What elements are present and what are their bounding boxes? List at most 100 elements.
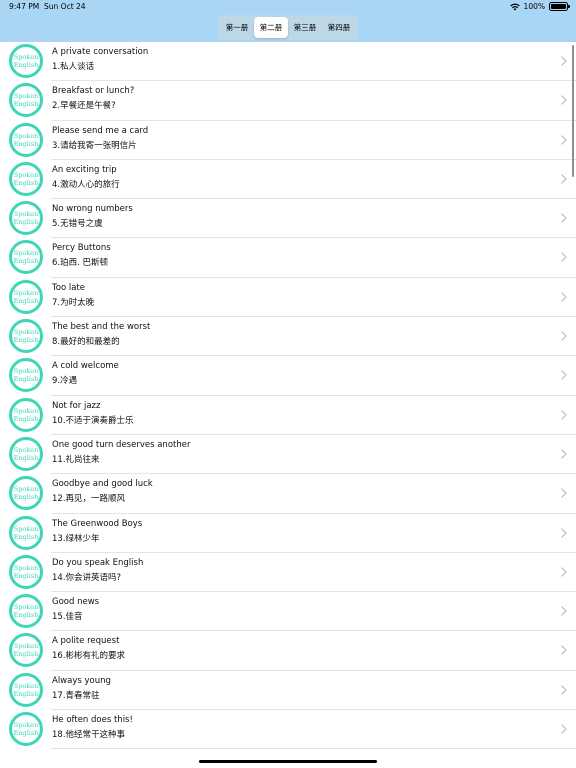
vertical-scrollbar[interactable] [571, 45, 574, 177]
spoken-english-logo: Spoken English [9, 240, 43, 275]
lesson-row[interactable]: Spoken English Good news 15.佳音 [0, 592, 576, 632]
segment-book-2[interactable]: 第二册 [254, 17, 288, 38]
lesson-subtitle: 3.请给我寄一张明信片 [52, 140, 137, 151]
lesson-subtitle: 5.无错号之虞 [52, 219, 103, 230]
lesson-row[interactable]: Spoken English Goodbye and good luck 12.再… [0, 474, 576, 514]
lesson-subtitle: 6.珀西. 巴斯顿 [52, 258, 109, 269]
chevron-right-icon [561, 449, 567, 459]
lesson-row[interactable]: Spoken English The Greenwood Boys 13.绿林少年 [0, 514, 576, 554]
chevron-right-icon [561, 370, 567, 381]
lesson-subtitle: 17.青春常驻 [52, 690, 100, 701]
spoken-english-logo: Spoken English [9, 436, 43, 471]
lesson-row[interactable]: Spoken English Not for jazz 10.不适于演奏爵士乐 [0, 396, 576, 436]
volume-segmented-control: 第一册 第二册 第三册 第四册 [218, 15, 358, 40]
spoken-english-logo: Spoken English [9, 83, 43, 118]
lesson-title: Not for jazz [52, 400, 101, 411]
chevron-right-icon [561, 252, 567, 263]
chevron-right-icon [561, 488, 567, 498]
spoken-english-logo: Spoken English [9, 476, 43, 511]
battery-fill [551, 4, 566, 9]
lesson-title: A polite request [52, 636, 120, 647]
lesson-title: Percy Buttons [52, 243, 111, 254]
spoken-english-logo: Spoken English [9, 594, 43, 629]
home-indicator[interactable] [199, 760, 377, 763]
lesson-subtitle: 11.礼尚往来 [52, 454, 100, 465]
spoken-english-logo: Spoken English [9, 319, 43, 354]
lesson-title: He often does this! [52, 715, 133, 726]
lesson-subtitle: 18.他经常干这种事 [52, 730, 126, 741]
lesson-row[interactable]: Spoken English No wrong numbers 5.无错号之虞 [0, 199, 576, 239]
spoken-english-logo: Spoken English [9, 201, 43, 236]
lesson-row[interactable]: Spoken English The best and the worst 8.最… [0, 317, 576, 357]
lesson-title: Too late [52, 282, 85, 293]
spoken-english-logo: Spoken English [9, 712, 43, 747]
header-bar: 9:47 PM Sun Oct 24 100% 第一册 第二册 第三册 第四册 [0, 0, 576, 42]
wifi-icon [509, 3, 520, 10]
lesson-row[interactable]: Spoken English He often does this! 18.他经常… [0, 710, 576, 750]
lesson-subtitle: 16.彬彬有礼的要求 [52, 651, 126, 662]
lesson-title: One good turn deserves another [52, 439, 191, 450]
status-time: 9:47 PM [9, 2, 40, 11]
lesson-row[interactable]: Spoken English Percy Buttons 6.珀西. 巴斯顿 [0, 238, 576, 279]
chevron-right-icon [561, 331, 567, 341]
lesson-row[interactable]: Spoken English Too late 7.为时太晚 [0, 278, 576, 318]
chevron-right-icon [561, 567, 567, 577]
chevron-right-icon [561, 606, 567, 616]
chevron-right-icon [561, 685, 567, 695]
spoken-english-logo: Spoken English [9, 672, 43, 707]
status-indicators: 100% [509, 2, 570, 11]
lesson-title: Breakfast or lunch? [52, 86, 135, 97]
lesson-title: A private conversation [52, 47, 149, 57]
battery-icon [549, 2, 570, 11]
lesson-title: Please send me a card [52, 125, 149, 136]
lesson-subtitle: 8.最好的和最差的 [52, 337, 120, 348]
lesson-subtitle: 13.绿林少年 [52, 533, 100, 544]
status-time-date: 9:47 PM Sun Oct 24 [9, 2, 86, 11]
status-date: Sun Oct 24 [44, 2, 86, 11]
chevron-right-icon [561, 95, 567, 105]
lesson-subtitle: 1.私人谈话 [52, 62, 95, 72]
lesson-row[interactable]: Spoken English Do you speak English 14.你会… [0, 553, 576, 593]
chevron-right-icon [561, 410, 567, 420]
chevron-right-icon [561, 56, 567, 66]
lesson-row[interactable]: Spoken English A cold welcome 9.冷遇 [0, 356, 576, 396]
lesson-title: Good news [52, 597, 100, 608]
lesson-title: Always young [52, 675, 111, 686]
lesson-subtitle: 2.早餐还是午餐? [52, 101, 116, 112]
lesson-row[interactable]: Spoken English One good turn deserves ano… [0, 435, 576, 475]
lesson-subtitle: 12.再见，一路顺风 [52, 494, 126, 505]
chevron-right-icon [561, 134, 567, 145]
spoken-english-logo: Spoken English [9, 358, 43, 393]
lesson-subtitle: 9.冷遇 [52, 376, 78, 387]
lesson-title: The best and the worst [52, 322, 151, 333]
spoken-english-logo: Spoken English [9, 279, 43, 314]
lesson-subtitle: 10.不适于演奏爵士乐 [52, 415, 134, 426]
lesson-subtitle: 4.激动人心的旅行 [52, 179, 120, 190]
lesson-row[interactable]: Spoken English Please send me a card 3.请给… [0, 121, 576, 161]
segment-book-3[interactable]: 第三册 [288, 17, 322, 38]
lesson-title: Goodbye and good luck [52, 479, 153, 490]
chevron-right-icon [561, 213, 567, 223]
spoken-english-logo: Spoken English [9, 397, 43, 432]
chevron-right-icon [561, 527, 567, 538]
lesson-subtitle: 7.为时太晚 [52, 297, 95, 308]
lesson-title: No wrong numbers [52, 204, 133, 215]
lesson-row[interactable]: Spoken English A polite request 16.彬彬有礼的要… [0, 631, 576, 672]
lesson-subtitle: 15.佳音 [52, 612, 83, 623]
lesson-title: The Greenwood Boys [52, 518, 143, 529]
lesson-list: Spoken English A private conversation 1.私… [0, 42, 576, 750]
spoken-english-logo: Spoken English [9, 515, 43, 550]
lesson-row[interactable]: Spoken English Always young 17.青春常驻 [0, 671, 576, 711]
chevron-right-icon [561, 174, 567, 184]
chevron-right-icon [561, 292, 567, 302]
lesson-row[interactable]: Spoken English An exciting trip 4.激动人心的旅行 [0, 160, 576, 200]
segment-book-4[interactable]: 第四册 [322, 17, 356, 38]
lesson-title: A cold welcome [52, 361, 119, 372]
chevron-right-icon [561, 645, 567, 656]
chevron-right-icon [561, 724, 567, 734]
spoken-english-logo: Spoken English [9, 633, 43, 668]
lesson-row[interactable]: Spoken English A private conversation 1.私… [0, 42, 576, 82]
spoken-english-logo: Spoken English [9, 44, 43, 78]
segment-book-1[interactable]: 第一册 [220, 17, 254, 38]
lesson-row[interactable]: Spoken English Breakfast or lunch? 2.早餐还是… [0, 81, 576, 121]
